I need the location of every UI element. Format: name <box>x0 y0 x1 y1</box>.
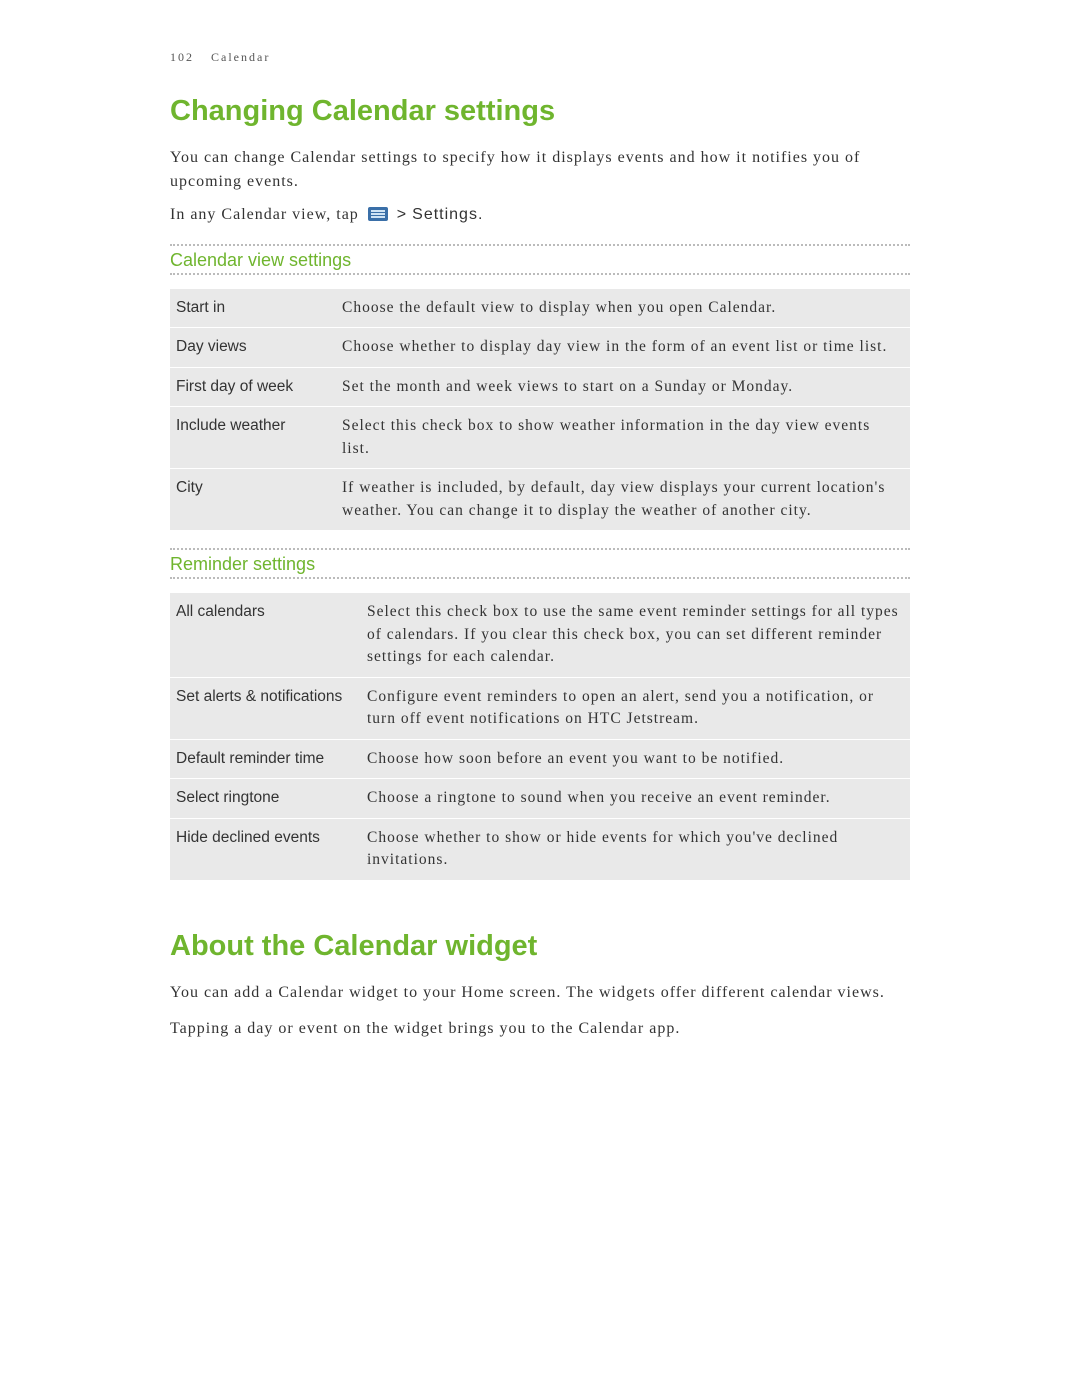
table-row: Hide declined events Choose whether to s… <box>170 818 910 879</box>
running-header: 102 Calendar <box>170 50 910 65</box>
settings-label: Settings. <box>412 206 483 223</box>
widget-paragraph-2: Tapping a day or event on the widget bri… <box>170 1017 910 1041</box>
table-row: Day views Choose whether to display day … <box>170 328 910 367</box>
setting-term: Day views <box>170 328 336 367</box>
table-reminder-settings: All calendars Select this check box to u… <box>170 593 910 879</box>
setting-desc: If weather is included, by default, day … <box>336 469 910 530</box>
table-row: Include weather Select this check box to… <box>170 407 910 469</box>
setting-term: Select ringtone <box>170 779 361 818</box>
widget-paragraph-1: You can add a Calendar widget to your Ho… <box>170 981 910 1005</box>
setting-desc: Choose whether to display day view in th… <box>336 328 910 367</box>
subsection-title-view: Calendar view settings <box>170 250 357 271</box>
setting-term: Include weather <box>170 407 336 469</box>
document-page: 102 Calendar Changing Calendar settings … <box>0 0 1080 1113</box>
tap-instruction: In any Calendar view, tap > Settings. <box>170 206 910 224</box>
table-row: All calendars Select this check box to u… <box>170 593 910 677</box>
setting-term: Start in <box>170 289 336 328</box>
setting-term: All calendars <box>170 593 361 677</box>
table-row: Start in Choose the default view to disp… <box>170 289 910 328</box>
subsection-title-reminder: Reminder settings <box>170 554 321 575</box>
menu-icon <box>368 207 388 221</box>
setting-term: Default reminder time <box>170 739 361 778</box>
setting-desc: Choose the default view to display when … <box>336 289 910 328</box>
intro-paragraph: You can change Calendar settings to spec… <box>170 146 910 194</box>
setting-term: First day of week <box>170 367 336 406</box>
table-row: Default reminder time Choose how soon be… <box>170 739 910 778</box>
setting-desc: Choose how soon before an event you want… <box>361 739 910 778</box>
setting-term: Hide declined events <box>170 818 361 879</box>
table-row: Select ringtone Choose a ringtone to sou… <box>170 779 910 818</box>
setting-term: Set alerts & notifications <box>170 677 361 739</box>
h1-changing-calendar-settings: Changing Calendar settings <box>170 95 910 128</box>
table-row: First day of week Set the month and week… <box>170 367 910 406</box>
header-section-name: Calendar <box>211 50 270 64</box>
table-row: City If weather is included, by default,… <box>170 469 910 530</box>
table-calendar-view-settings: Start in Choose the default view to disp… <box>170 289 910 530</box>
subsection-header-view: Calendar view settings <box>170 244 910 275</box>
greater-than: > <box>397 206 407 223</box>
setting-desc: Set the month and week views to start on… <box>336 367 910 406</box>
table-row: Set alerts & notifications Configure eve… <box>170 677 910 739</box>
page-number: 102 <box>170 50 194 64</box>
subsection-header-reminder: Reminder settings <box>170 548 910 579</box>
setting-desc: Choose whether to show or hide events fo… <box>361 818 910 879</box>
setting-desc: Choose a ringtone to sound when you rece… <box>361 779 910 818</box>
h1-about-calendar-widget: About the Calendar widget <box>170 930 910 963</box>
setting-desc: Select this check box to use the same ev… <box>361 593 910 677</box>
setting-desc: Select this check box to show weather in… <box>336 407 910 469</box>
tap-prefix: In any Calendar view, tap <box>170 206 359 223</box>
setting-desc: Configure event reminders to open an ale… <box>361 677 910 739</box>
setting-term: City <box>170 469 336 530</box>
